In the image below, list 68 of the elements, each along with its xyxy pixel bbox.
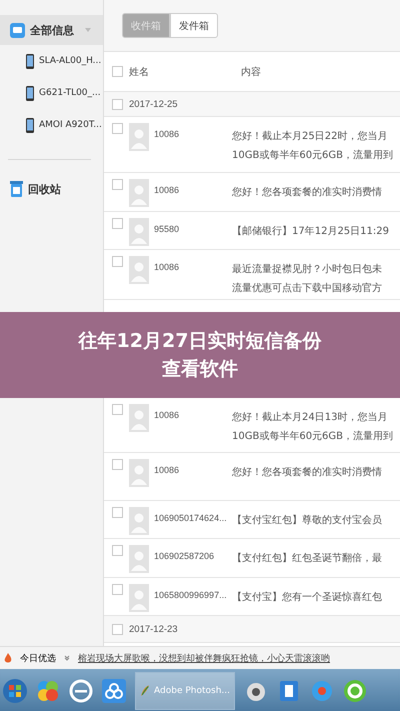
avatar-icon (129, 218, 149, 246)
sidebar-item[interactable]: 全部信息 (0, 15, 103, 45)
message-text: 10GB或每半年60元6GB，流量用到 (232, 148, 394, 162)
column-header: 内容 (241, 66, 261, 78)
avatar-icon (129, 179, 149, 207)
tab[interactable]: 发件箱 (170, 13, 218, 38)
date-label: 2017-12-23 (129, 624, 178, 634)
sender-number: 1065800996997... (154, 590, 228, 600)
checkbox[interactable] (112, 507, 123, 518)
cloud-icon[interactable] (102, 678, 126, 702)
checkbox[interactable] (112, 256, 123, 267)
column-header: 姓名 (129, 66, 150, 78)
phone-icon (26, 118, 34, 132)
checkbox[interactable] (112, 584, 123, 595)
app-icon[interactable] (36, 678, 60, 702)
message-icon (10, 22, 25, 38)
sender-number: 10086 (154, 410, 180, 420)
phone-icon (26, 54, 34, 68)
avatar-icon (129, 545, 149, 573)
media-icon[interactable] (310, 678, 334, 702)
message-text: 您好！您各项套餐的准实时消费情 (232, 466, 382, 479)
caret-icon (85, 28, 91, 32)
avatar-icon (129, 123, 149, 151)
trash-item[interactable]: 回收站 (0, 174, 103, 204)
checkbox[interactable] (112, 404, 123, 415)
sender-number: 106902587206 (154, 551, 216, 561)
sender-number: 10086 (154, 185, 180, 195)
avatar-icon (129, 584, 149, 612)
avatar-icon (129, 404, 149, 432)
news-label: 今日优选 (20, 652, 56, 664)
message-text: 【邮储银行】17年12月25日11:29 (232, 224, 389, 238)
banner-title: 查看软件 (162, 357, 238, 382)
message-text: 10GB或每半年60元6GB，流量用到 (232, 430, 394, 443)
avatar-icon (129, 256, 149, 284)
message-text: 【支付红包】红包圣诞节翻倍，最 (232, 552, 382, 565)
checkbox[interactable] (112, 123, 123, 134)
avatar-icon (129, 459, 149, 487)
message-text: 您好！截止本月24日13时，您当月 (232, 410, 388, 424)
message-text: 最近流量捉襟见肘？小时包日包未 (232, 262, 382, 276)
sender-number: 10086 (154, 262, 180, 272)
checkbox[interactable] (112, 545, 123, 556)
sidebar-item[interactable]: AMOI A920T... (0, 109, 103, 141)
sender-number: 10086 (154, 465, 180, 475)
trash-icon (10, 181, 23, 197)
checkbox[interactable] (112, 179, 123, 190)
avatar-icon (129, 507, 149, 535)
checkbox[interactable] (112, 98, 123, 110)
date-label: 2017-12-25 (129, 98, 178, 110)
message-text: 您好！您各项套餐的准实时消费情 (232, 186, 382, 199)
message-text: 您好！截止本月25日22时，您当月 (232, 130, 388, 143)
news-link[interactable]: 榕岩现场大屏歌喉，没想到却被伴舞疯狂抢镜，小心天雷滚滚哟 (78, 652, 330, 664)
sidebar-item[interactable]: SLA-AL00_H... (0, 45, 103, 77)
phone-icon (26, 86, 34, 100)
checkbox[interactable] (112, 459, 123, 470)
message-text: 流量优惠可点击下载中国移动官方 (232, 282, 382, 295)
checkbox[interactable] (112, 218, 123, 229)
banner-title: 往年12月27日实时短信备份 (78, 329, 322, 354)
fire-icon (4, 653, 12, 663)
checkbox[interactable] (112, 66, 123, 77)
checkbox[interactable] (112, 624, 123, 634)
start-icon[interactable] (3, 678, 27, 702)
sender-number: 1069050174624... (154, 513, 228, 523)
message-text: 【支付宝红包】尊敬的支付宝会员 (232, 514, 382, 527)
sender-number: 10086 (154, 129, 180, 139)
chevron-icon (64, 655, 70, 661)
sidebar-item[interactable]: G621-TL00_... (0, 77, 103, 109)
sender-number: 95580 (154, 224, 180, 234)
message-text: 【支付宝】您有一个圣诞惊喜红包 (232, 590, 382, 604)
